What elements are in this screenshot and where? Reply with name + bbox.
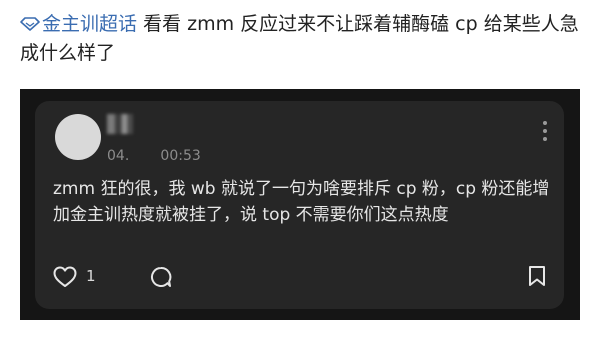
heart-icon[interactable] <box>53 266 77 288</box>
action-bar: 1 <box>53 263 546 291</box>
topic-tag-label: 金主训超话 <box>42 13 138 35</box>
username-blurred <box>107 114 133 134</box>
more-vertical-icon[interactable] <box>540 119 550 143</box>
diamond-topic-icon <box>20 17 40 31</box>
like-count: 1 <box>86 267 96 285</box>
embedded-screenshot: 04. 00:53 zmm 狂的很，我 wb 就说了一句为啥要排斥 cp 粉，c… <box>20 89 580 320</box>
bookmark-icon[interactable] <box>528 265 546 287</box>
topic-tag[interactable]: 金主训超话 <box>20 13 137 35</box>
post-text: zmm 狂的很，我 wb 就说了一句为啥要排斥 cp 粉，cp 粉还能增加金主训… <box>53 179 550 225</box>
comment-card: 04. 00:53 zmm 狂的很，我 wb 就说了一句为啥要排斥 cp 粉，c… <box>35 101 564 309</box>
comment-icon[interactable] <box>150 266 172 288</box>
avatar[interactable] <box>55 114 101 160</box>
post-title: 金主训超话 看看 zmm 反应过来不让踩着辅酶磕 cp 给某些人急成什么样了 <box>20 10 590 68</box>
post-meta: 04. 00:53 <box>107 148 201 164</box>
